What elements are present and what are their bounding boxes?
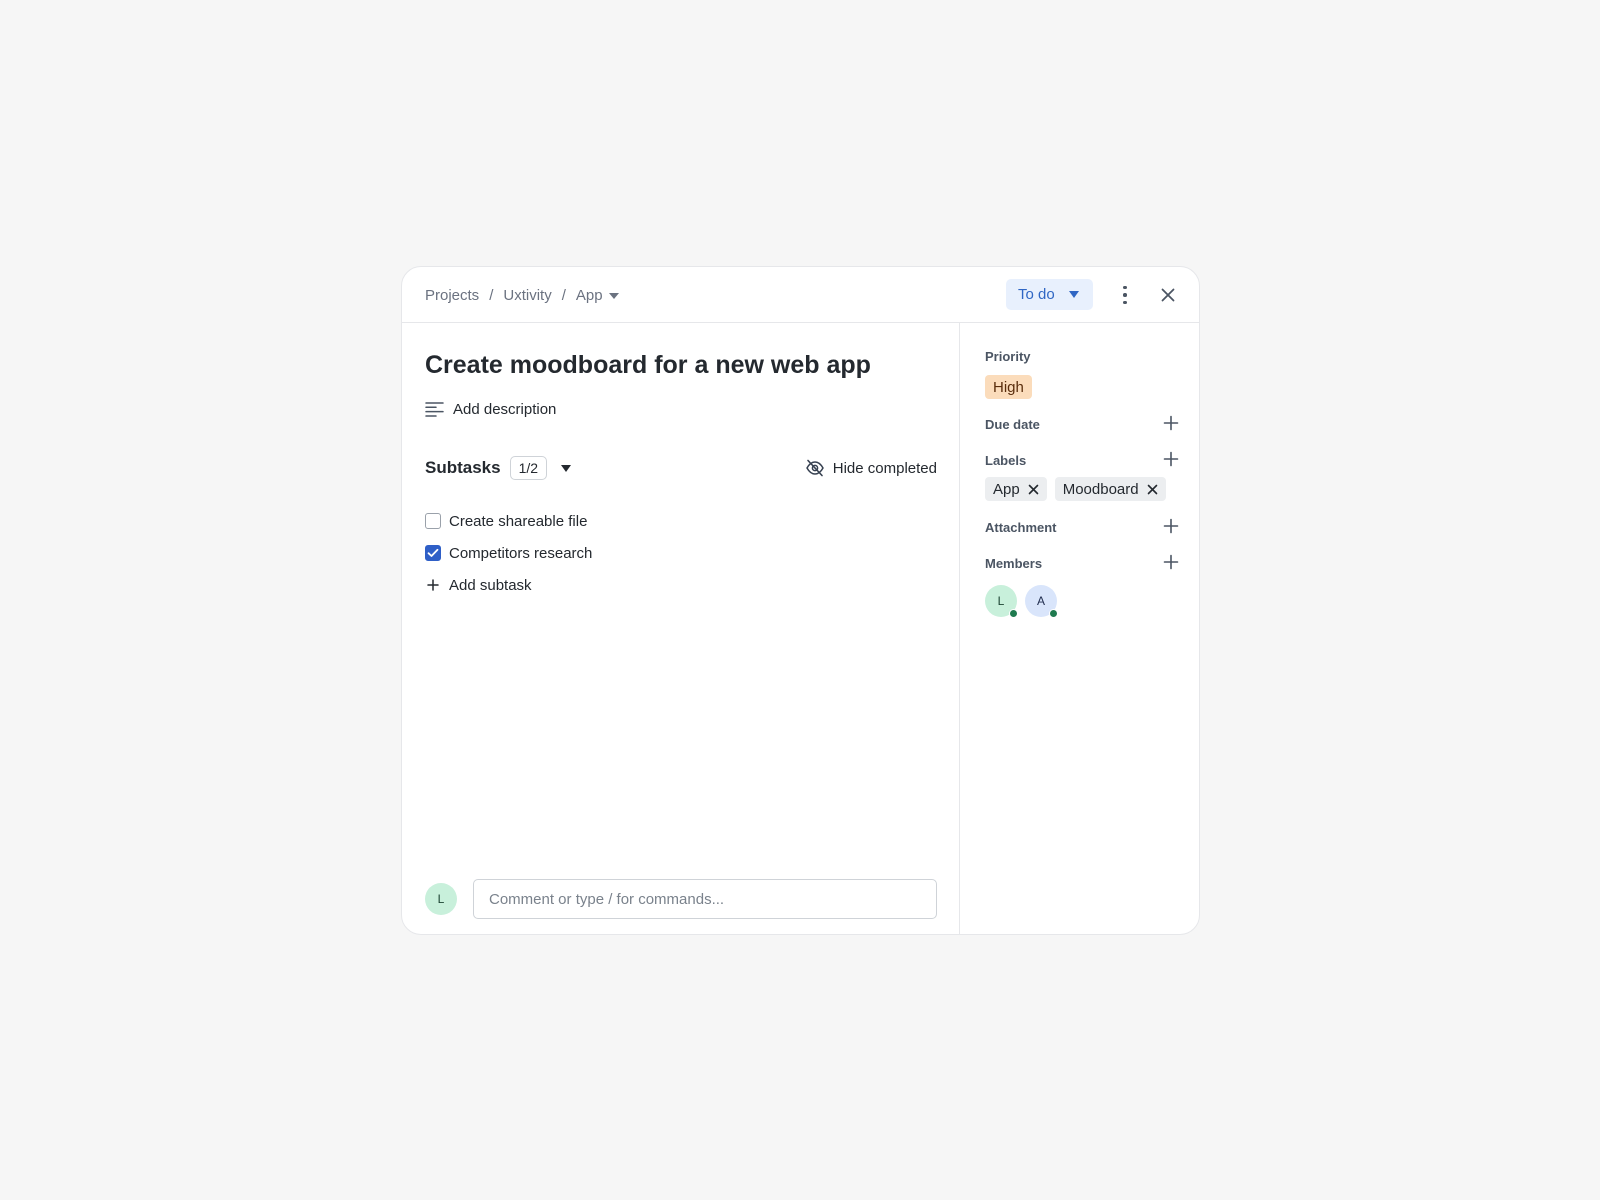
attachment-label: Attachment	[985, 520, 1057, 535]
priority-label: Priority	[985, 349, 1031, 364]
hide-completed-button[interactable]: Hide completed	[805, 459, 937, 477]
breadcrumb-separator: /	[489, 286, 494, 304]
hide-completed-label: Hide completed	[832, 459, 937, 477]
chevron-down-icon[interactable]	[608, 293, 619, 299]
labels-list: App Moodboard	[985, 477, 1166, 501]
more-vertical-icon[interactable]	[1117, 283, 1133, 307]
task-modal: Projects / Uxtivity / App To do Create m…	[401, 266, 1200, 935]
subtask-label[interactable]: Competitors research	[449, 545, 592, 562]
add-subtask-button[interactable]: Add subtask	[425, 569, 592, 601]
add-subtask-label: Add subtask	[449, 576, 532, 594]
x-icon[interactable]	[1028, 484, 1039, 495]
subtask-checkbox[interactable]	[425, 513, 441, 529]
add-member-plus-icon[interactable]	[1163, 554, 1179, 570]
check-icon	[427, 548, 439, 557]
label-chip-text: App	[993, 480, 1020, 498]
status-dropdown[interactable]: To do	[1006, 279, 1093, 310]
task-main: Create moodboard for a new web app Add d…	[402, 323, 960, 934]
eye-off-icon	[806, 459, 824, 477]
x-icon[interactable]	[1147, 484, 1158, 495]
status-label: To do	[1018, 286, 1055, 303]
avatar: L	[425, 883, 457, 915]
subtasks-header: Subtasks 1/2 Hide completed	[425, 455, 937, 481]
members-list: L A	[985, 585, 1058, 618]
add-description-button[interactable]: Add description	[425, 401, 556, 418]
comment-input[interactable]	[473, 879, 937, 919]
breadcrumb-app[interactable]: App	[576, 287, 603, 304]
subtask-list: Create shareable file Competitors resear…	[425, 505, 592, 601]
online-status-dot	[1049, 609, 1058, 618]
task-side-panel: Priority High Due date Labels App Moodbo…	[961, 323, 1199, 934]
subtasks-count-badge: 1/2	[509, 456, 548, 480]
add-label-plus-icon[interactable]	[1163, 451, 1179, 467]
list-item: Competitors research	[425, 537, 592, 569]
plus-icon	[427, 579, 439, 591]
chevron-down-icon	[1068, 291, 1079, 298]
breadcrumb: Projects / Uxtivity / App	[425, 267, 619, 323]
subtasks-title: Subtasks	[425, 458, 501, 477]
add-attachment-plus-icon[interactable]	[1163, 518, 1179, 534]
online-status-dot	[1009, 609, 1018, 618]
label-chip-app: App	[985, 477, 1047, 501]
labels-label: Labels	[985, 453, 1027, 468]
label-chip-text: Moodboard	[1062, 480, 1139, 498]
comment-row: L	[425, 879, 937, 919]
due-date-label: Due date	[985, 417, 1040, 432]
subtask-label[interactable]: Create shareable file	[449, 513, 587, 530]
subtask-checkbox[interactable]	[425, 545, 441, 561]
list-item: Create shareable file	[425, 505, 592, 537]
text-align-left-icon	[425, 402, 444, 417]
priority-badge[interactable]: High	[985, 375, 1032, 399]
members-label: Members	[985, 556, 1043, 571]
task-title[interactable]: Create moodboard for a new web app	[425, 351, 871, 380]
modal-header: Projects / Uxtivity / App To do	[402, 267, 1199, 323]
avatar-initial: L	[437, 892, 445, 906]
breadcrumb-separator: /	[561, 286, 566, 304]
breadcrumb-projects[interactable]: Projects	[425, 287, 479, 304]
add-due-date-plus-icon[interactable]	[1163, 415, 1179, 431]
avatar[interactable]: A	[1025, 585, 1058, 618]
close-icon[interactable]	[1159, 286, 1177, 304]
avatar-initial: A	[1036, 594, 1045, 608]
add-description-label: Add description	[453, 401, 557, 418]
breadcrumb-uxtivity[interactable]: Uxtivity	[503, 287, 551, 304]
avatar-initial: L	[997, 594, 1005, 608]
avatar[interactable]: L	[985, 585, 1018, 618]
chevron-down-icon[interactable]	[561, 464, 572, 472]
label-chip-moodboard: Moodboard	[1054, 477, 1166, 501]
